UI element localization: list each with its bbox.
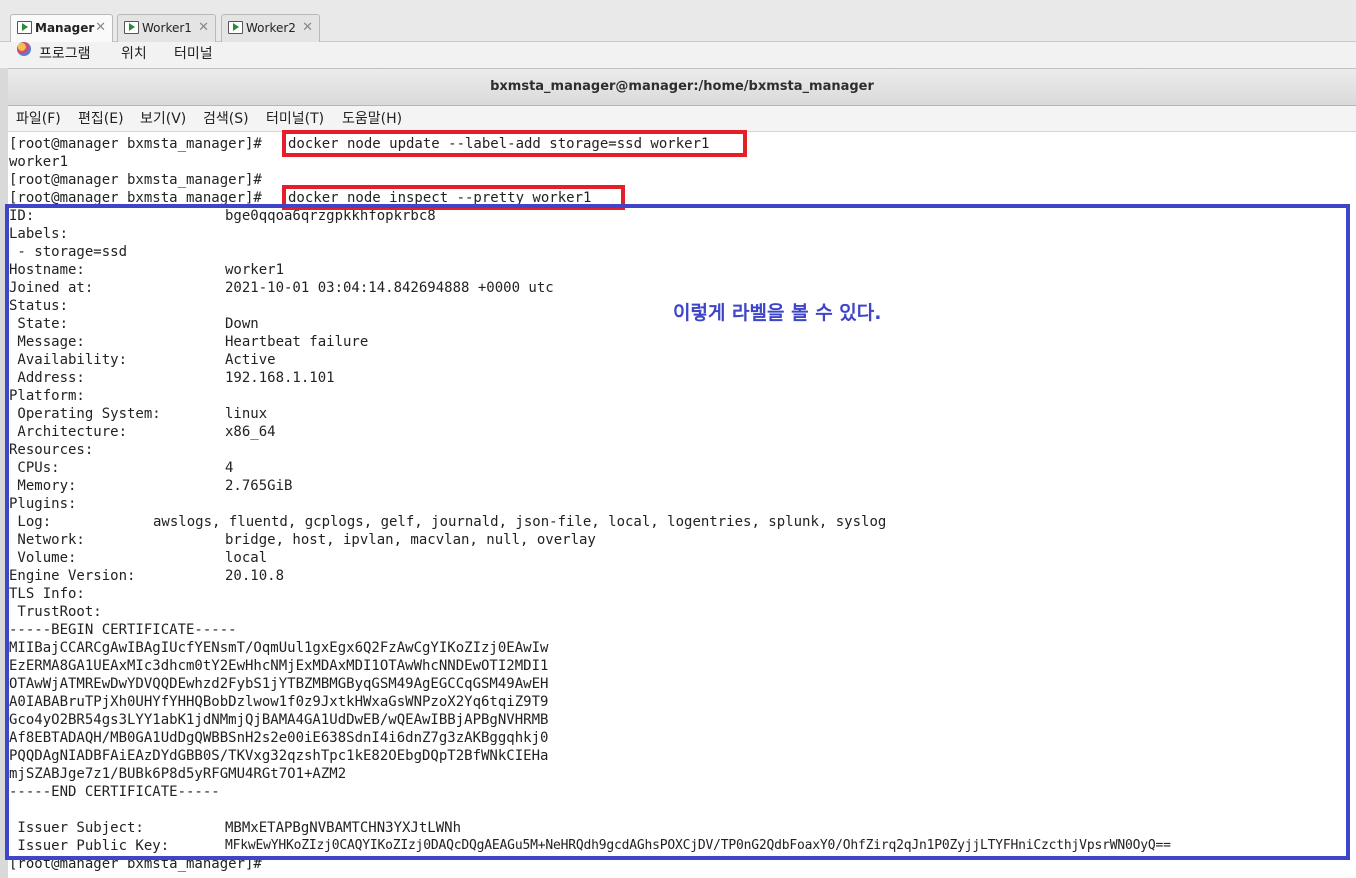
tab-manager[interactable]: Manager ✕ bbox=[10, 14, 113, 42]
command-highlight-box bbox=[282, 130, 747, 157]
menu-view[interactable]: 보기(V) bbox=[140, 106, 186, 132]
prompt: [root@manager bxmsta_manager]# bbox=[9, 136, 262, 152]
menu-terminal-options[interactable]: 터미널(T) bbox=[266, 106, 324, 132]
close-icon[interactable]: ✕ bbox=[302, 15, 313, 41]
window-title: bxmsta_manager@manager:/home/bxmsta_mana… bbox=[490, 79, 874, 94]
tab-label: Manager bbox=[35, 21, 95, 35]
annotation-text: 이렇게 라벨을 볼 수 있다. bbox=[673, 302, 882, 324]
window-title-bar[interactable]: bxmsta_manager@manager:/home/bxmsta_mana… bbox=[8, 68, 1356, 106]
terminal-icon bbox=[124, 21, 139, 34]
command-output: worker1 bbox=[9, 154, 69, 170]
tab-label: Worker2 bbox=[246, 21, 296, 35]
menu-edit[interactable]: 편집(E) bbox=[78, 106, 124, 132]
terminal-menu-bar: 파일(F) 편집(E) 보기(V) 검색(S) 터미널(T) 도움말(H) bbox=[8, 106, 1356, 132]
gnome-foot-icon bbox=[17, 42, 31, 56]
menu-file[interactable]: 파일(F) bbox=[16, 106, 61, 132]
close-icon[interactable]: ✕ bbox=[198, 15, 209, 41]
app-menu-bar: 프로그램 위치 터미널 bbox=[0, 42, 1356, 68]
terminal-icon bbox=[17, 21, 32, 34]
menu-search[interactable]: 검색(S) bbox=[203, 106, 249, 132]
menu-help[interactable]: 도움말(H) bbox=[342, 106, 402, 132]
tab-label: Worker1 bbox=[142, 21, 192, 35]
tab-worker1[interactable]: Worker1 ✕ bbox=[117, 14, 216, 42]
terminal-icon bbox=[228, 21, 243, 34]
menu-programs[interactable]: 프로그램 bbox=[39, 42, 91, 66]
tab-bar: Manager ✕ Worker1 ✕ Worker2 ✕ bbox=[0, 0, 1356, 42]
close-icon[interactable]: ✕ bbox=[95, 15, 106, 41]
prompt: [root@manager bxmsta_manager]# bbox=[9, 172, 262, 188]
menu-places[interactable]: 위치 bbox=[121, 42, 147, 66]
menu-terminal[interactable]: 터미널 bbox=[174, 42, 213, 66]
tab-worker2[interactable]: Worker2 ✕ bbox=[221, 14, 320, 42]
terminal-output[interactable]: [root@manager bxmsta_manager]# docker no… bbox=[5, 130, 1356, 878]
